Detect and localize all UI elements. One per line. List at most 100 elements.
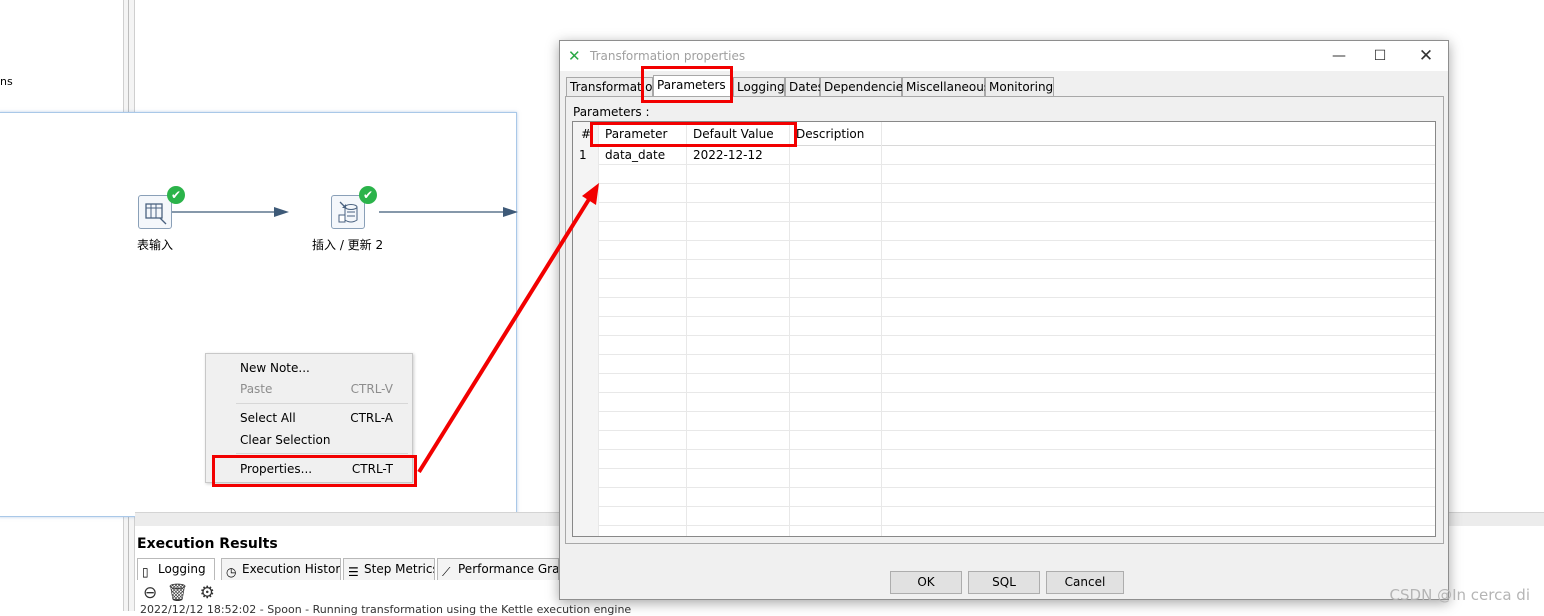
empty-cell xyxy=(573,336,599,355)
empty-table-row[interactable] xyxy=(573,431,1435,450)
list-icon: ☰ xyxy=(348,565,359,579)
empty-cell xyxy=(573,507,599,526)
cancel-button[interactable]: Cancel xyxy=(1046,571,1124,594)
tab-transformation[interactable]: Transformation xyxy=(566,77,660,97)
tab-logging[interactable]: ▯ Logging xyxy=(137,558,215,580)
menu-item-select-all[interactable]: Select All CTRL-A xyxy=(240,408,405,428)
insert-update-label: 插入 / 更新 2 xyxy=(312,238,384,252)
parameters-label: Parameters : xyxy=(573,105,650,119)
tab-label: Logging xyxy=(158,562,206,576)
empty-cell xyxy=(573,317,599,336)
empty-cell xyxy=(599,222,687,241)
empty-cell xyxy=(599,298,687,317)
menu-separator xyxy=(236,403,408,404)
empty-cell xyxy=(790,355,882,374)
empty-cell xyxy=(599,412,687,431)
empty-table-row[interactable] xyxy=(573,469,1435,488)
empty-cell xyxy=(790,260,882,279)
close-icon[interactable]: ✕ xyxy=(1411,46,1441,66)
clock-icon: ◷ xyxy=(226,565,237,579)
tab-logging[interactable]: Logging xyxy=(733,77,785,97)
menu-item-paste[interactable]: Paste CTRL-V xyxy=(240,379,405,399)
empty-cell xyxy=(687,336,790,355)
empty-cell xyxy=(599,355,687,374)
tab-performance-graph[interactable]: ⟋ Performance Graph xyxy=(437,558,559,580)
empty-table-row[interactable] xyxy=(573,450,1435,469)
empty-table-row[interactable] xyxy=(573,184,1435,203)
empty-cell xyxy=(687,222,790,241)
tab-label: Step Metrics xyxy=(364,562,435,576)
tree-item-fragment[interactable]: ns xyxy=(0,75,13,88)
empty-table-row[interactable] xyxy=(573,488,1435,507)
empty-cell xyxy=(573,374,599,393)
empty-table-row[interactable] xyxy=(573,412,1435,431)
table-input-label: 表输入 xyxy=(137,238,174,252)
menu-item-clear-selection[interactable]: Clear Selection xyxy=(240,430,405,450)
empty-table-row[interactable] xyxy=(573,355,1435,374)
empty-table-row[interactable] xyxy=(573,374,1435,393)
empty-cell xyxy=(599,507,687,526)
table-row[interactable]: 1 data_date 2022-12-12 xyxy=(573,146,1435,165)
stop-icon[interactable]: ⊖ xyxy=(143,583,157,603)
empty-cell xyxy=(599,469,687,488)
empty-cell xyxy=(599,336,687,355)
watermark: CSDN @In cerca di xyxy=(1389,586,1530,604)
empty-table-row[interactable] xyxy=(573,298,1435,317)
empty-table-row[interactable] xyxy=(573,279,1435,298)
tab-dates[interactable]: Dates xyxy=(785,77,824,97)
tab-execution-history[interactable]: ◷ Execution History xyxy=(221,558,341,580)
empty-cell xyxy=(599,165,687,184)
empty-table-row[interactable] xyxy=(573,165,1435,184)
empty-cell xyxy=(573,393,599,412)
menu-item-new-note[interactable]: New Note... xyxy=(240,358,405,378)
empty-cell xyxy=(790,488,882,507)
empty-cell xyxy=(573,279,599,298)
empty-cell xyxy=(573,203,599,222)
minimize-icon[interactable]: — xyxy=(1324,46,1354,66)
execution-results-title: Execution Results xyxy=(137,536,278,552)
empty-cell xyxy=(687,526,790,536)
empty-table-row[interactable] xyxy=(573,317,1435,336)
log-toolbar: ⊖ 🗑 ⚙ xyxy=(143,583,215,603)
tab-miscellaneous[interactable]: Miscellaneous xyxy=(902,77,990,97)
cell-parameter[interactable]: data_date xyxy=(599,146,687,165)
empty-table-row[interactable] xyxy=(573,507,1435,526)
graph-icon: ⟋ xyxy=(442,565,451,579)
empty-cell xyxy=(790,469,882,488)
parameters-table[interactable]: # Parameter Default Value Description 1 … xyxy=(572,121,1436,537)
empty-cell xyxy=(687,431,790,450)
empty-cell xyxy=(790,526,882,536)
empty-table-row[interactable] xyxy=(573,260,1435,279)
trash-icon[interactable]: 🗑 xyxy=(167,583,189,603)
sql-button[interactable]: SQL xyxy=(968,571,1040,594)
gear-icon[interactable]: ⚙ xyxy=(200,583,215,603)
empty-cell xyxy=(687,412,790,431)
empty-cell xyxy=(790,507,882,526)
empty-cell xyxy=(790,431,882,450)
empty-table-row[interactable] xyxy=(573,203,1435,222)
empty-cell xyxy=(573,222,599,241)
cell-default-value[interactable]: 2022-12-12 xyxy=(687,146,790,165)
tab-dependencies[interactable]: Dependencies xyxy=(820,77,909,97)
empty-table-row[interactable] xyxy=(573,336,1435,355)
table-input-step[interactable] xyxy=(138,195,172,229)
empty-table-row[interactable] xyxy=(573,222,1435,241)
ok-button[interactable]: OK xyxy=(890,571,962,594)
tab-step-metrics[interactable]: ☰ Step Metrics xyxy=(343,558,435,580)
empty-table-row[interactable] xyxy=(573,526,1435,536)
empty-cell xyxy=(599,184,687,203)
empty-table-row[interactable] xyxy=(573,393,1435,412)
empty-table-row[interactable] xyxy=(573,241,1435,260)
col-header-description[interactable]: Description xyxy=(790,122,882,146)
empty-cell xyxy=(687,488,790,507)
menu-item-shortcut: CTRL-A xyxy=(350,411,393,425)
empty-cell xyxy=(573,298,599,317)
cell-description[interactable] xyxy=(790,146,882,165)
empty-cell xyxy=(687,184,790,203)
tab-monitoring[interactable]: Monitoring xyxy=(985,77,1054,97)
empty-cell xyxy=(790,279,882,298)
maximize-icon[interactable]: ☐ xyxy=(1365,46,1395,66)
empty-cell xyxy=(599,526,687,536)
tab-label: Performance Graph xyxy=(458,562,559,576)
parameters-panel: Parameters : # Parameter Default Value D… xyxy=(565,96,1444,544)
